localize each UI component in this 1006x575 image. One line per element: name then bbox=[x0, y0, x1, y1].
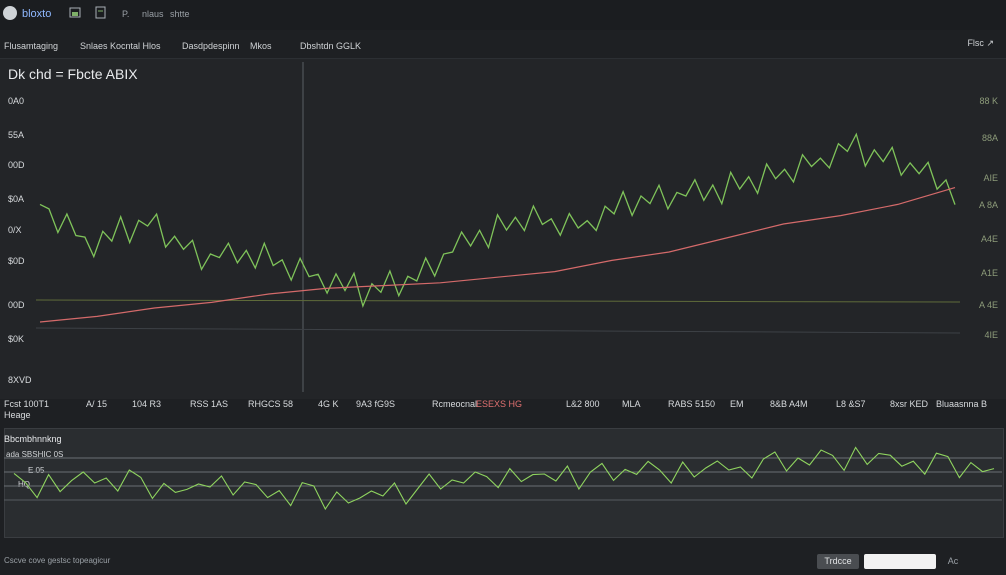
series-line-1 bbox=[39, 132, 956, 309]
x-axis-sublabel: Heage bbox=[4, 410, 31, 420]
document-icon[interactable] bbox=[95, 6, 106, 19]
x-axis-label: RSS 1AS bbox=[190, 399, 229, 409]
x-axis-label: RHGCS 58 bbox=[248, 399, 294, 409]
x-axis-label: EM bbox=[730, 399, 744, 409]
toolbar-text: shtte bbox=[170, 9, 190, 19]
menu-item[interactable]: Dbshtdn GGLK bbox=[300, 41, 361, 51]
reference-line bbox=[35, 327, 961, 334]
corner-control[interactable]: Flsc ↗ bbox=[967, 38, 994, 49]
info-text: Ac bbox=[947, 556, 959, 566]
primary-button[interactable]: Trdcce bbox=[817, 554, 859, 569]
x-axis-label: Fcst 100T1 bbox=[4, 399, 50, 409]
title-bar: bloxto P. nlaus shtte bbox=[0, 0, 1006, 30]
toolbar-text: P. bbox=[122, 9, 130, 19]
app-name: bloxto bbox=[22, 8, 52, 20]
reference-line bbox=[35, 299, 961, 303]
x-axis-label: L8 &S7 bbox=[836, 399, 866, 409]
x-axis-label: Bluaasnna B bbox=[936, 399, 988, 409]
arrow-icon: ↗ bbox=[986, 38, 994, 48]
x-axis-label: 8&B A4M bbox=[770, 399, 808, 409]
x-axis-label: A/ 15 bbox=[86, 399, 108, 409]
x-axis-label: 9A3 fG9S bbox=[356, 399, 396, 409]
status-text: Cscve cove gestsc topeagicur bbox=[4, 556, 111, 565]
toolbar-text: nlaus bbox=[142, 9, 164, 19]
x-axis-label: 104 R3 bbox=[132, 399, 162, 409]
x-axis-label: Rcmeocnal bbox=[432, 399, 478, 409]
x-axis-label: 4G K bbox=[318, 399, 339, 409]
secondary-button[interactable] bbox=[864, 554, 936, 569]
menu-item[interactable]: Dasdpdespinn bbox=[182, 41, 240, 51]
x-axis-label: ESEXS HG bbox=[476, 399, 523, 409]
x-axis-label: 8xsr KED bbox=[890, 399, 929, 409]
x-axis-label: MLA bbox=[622, 399, 641, 409]
menu-item[interactable]: Mkos bbox=[250, 41, 272, 51]
main-chart bbox=[35, 62, 961, 392]
menu-bar: Flusamtaging Snlaes Kocntal Hlos Dasdpde… bbox=[0, 34, 1006, 56]
app-icon bbox=[3, 6, 17, 20]
x-axis-label: L&2 800 bbox=[566, 399, 600, 409]
menu-item[interactable]: Snlaes Kocntal Hlos bbox=[80, 41, 161, 51]
sub-chart bbox=[4, 446, 1002, 511]
image-icon[interactable] bbox=[69, 7, 81, 18]
menu-item[interactable]: Flusamtaging bbox=[4, 41, 58, 51]
x-axis-label: RABS 5150 bbox=[668, 399, 716, 409]
